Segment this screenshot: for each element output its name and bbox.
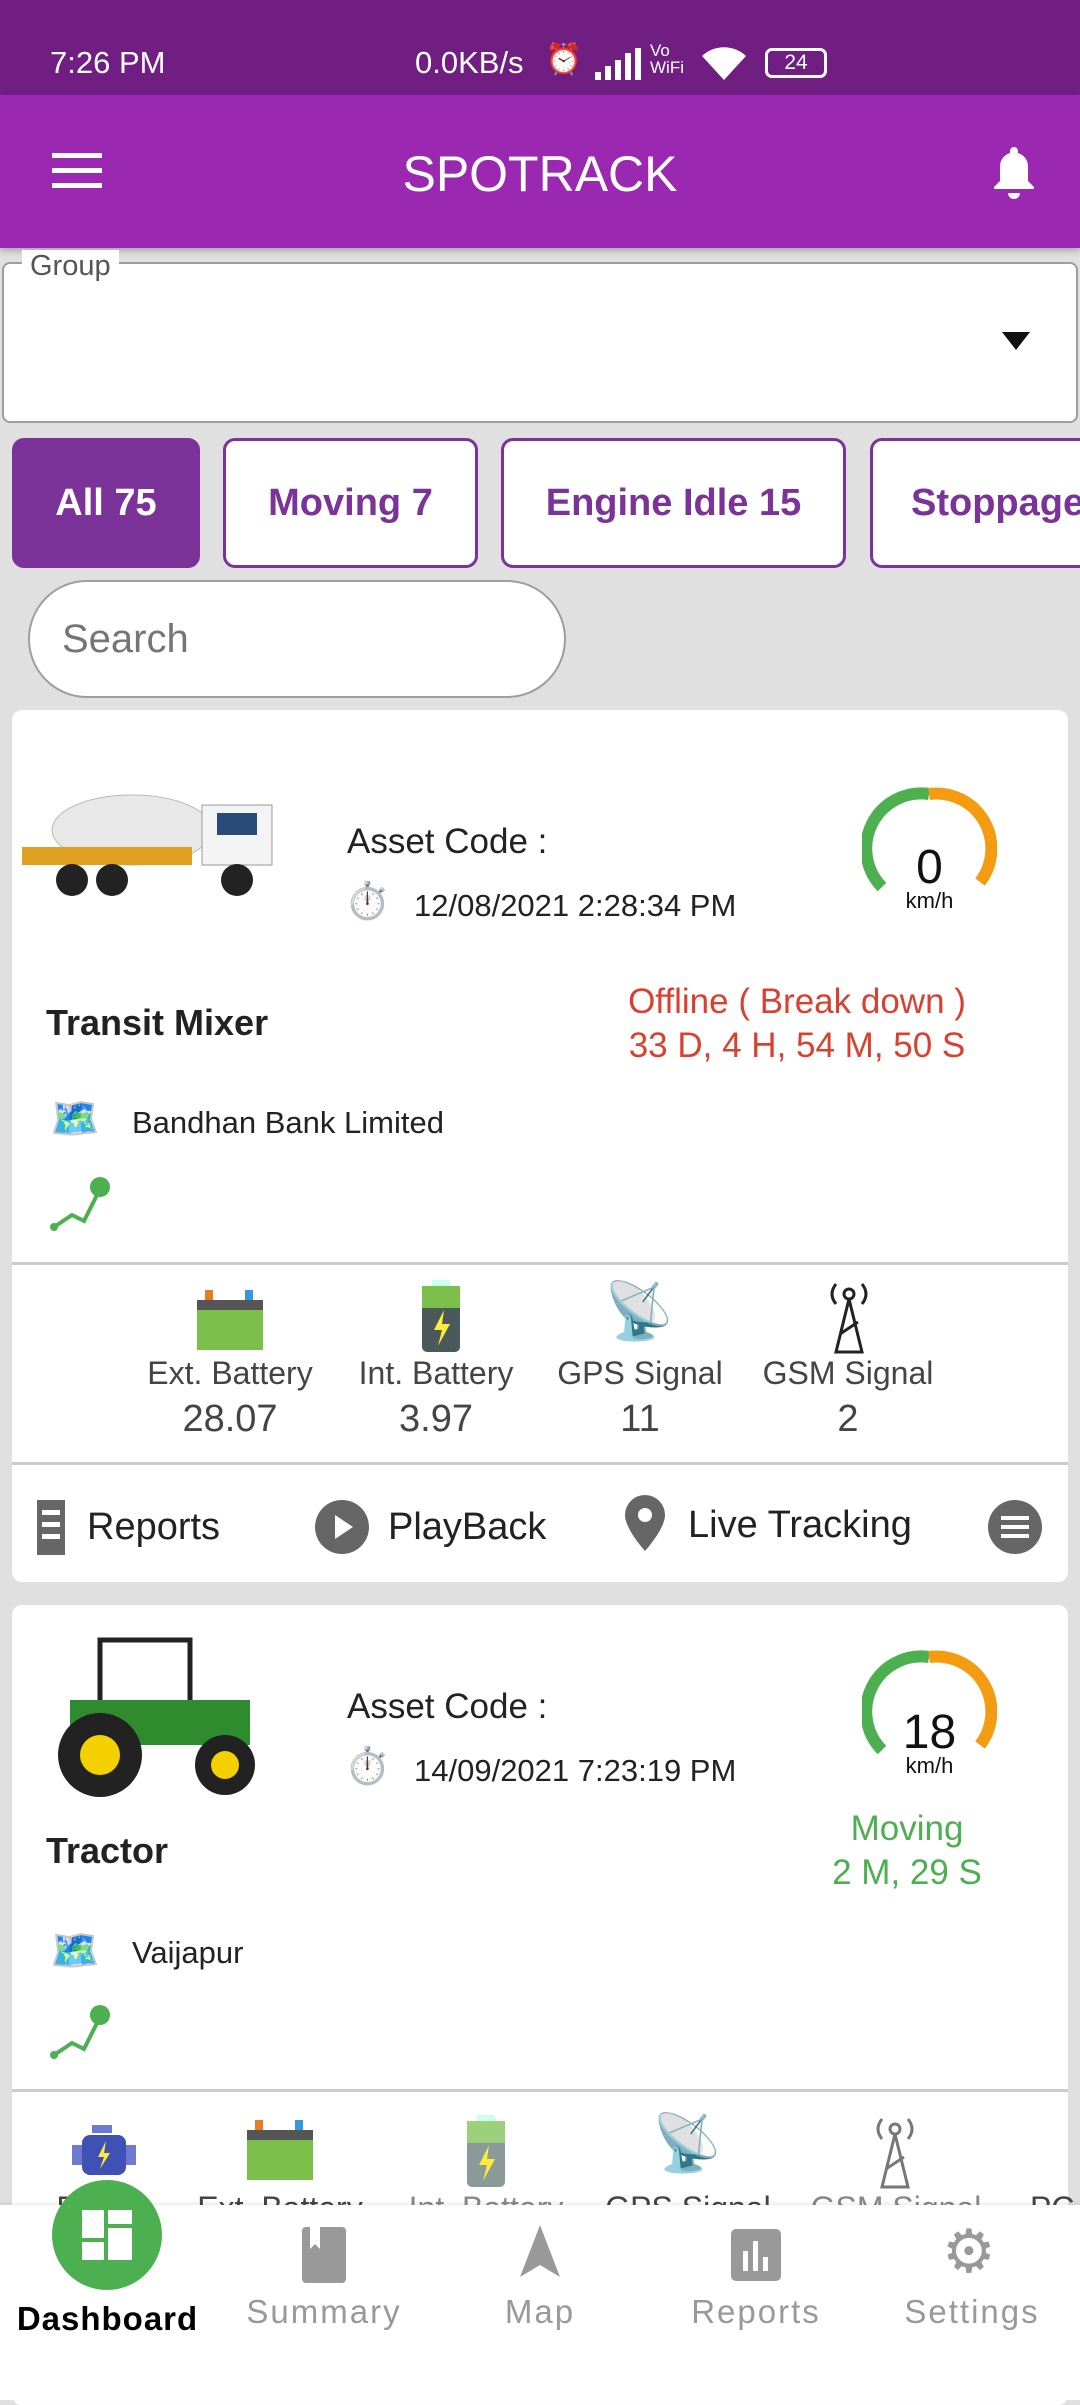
int-battery-icon	[467, 2115, 505, 2187]
gsm-signal-icon	[876, 2118, 914, 2189]
reports-icon	[37, 1500, 65, 1555]
nav-label: Settings	[904, 2293, 1040, 2330]
speed-unit: km/h	[905, 888, 954, 913]
location-text: Bandhan Bank Limited	[132, 1105, 444, 1140]
gsm-signal-label: GSM Signal	[762, 1355, 934, 1391]
asset-code-label: Asset Code :	[347, 822, 548, 861]
vehicle-name: Tractor	[46, 1830, 169, 1871]
nav-label: Summary	[246, 2293, 402, 2330]
ext-battery-label: Ext. Battery	[147, 1355, 313, 1391]
gps-signal-icon: 📡	[652, 2111, 722, 2174]
last-update-time: 14/09/2021 7:23:19 PM	[414, 1753, 737, 1788]
signal-icon	[595, 48, 641, 80]
gps-signal-icon: 📡	[604, 1279, 674, 1342]
int-battery-value: 3.97	[399, 1398, 473, 1440]
nav-map[interactable]: Map	[440, 2205, 640, 2400]
route-icon	[50, 1177, 110, 1231]
more-menu-icon[interactable]	[988, 1500, 1043, 1555]
gps-signal-value: 11	[620, 1398, 660, 1440]
alarm-icon: ⏰	[545, 43, 583, 76]
status-duration: 33 D, 4 H, 54 M, 50 S	[628, 1026, 966, 1065]
app-title: SPOTRACK	[402, 146, 678, 202]
chevron-down-icon	[1002, 332, 1030, 350]
playback-button[interactable]: PlayBack	[315, 1500, 546, 1555]
speed-unit: km/h	[905, 1753, 954, 1778]
play-icon	[315, 1500, 369, 1554]
group-dropdown[interactable]: Group	[2, 250, 1078, 423]
timer-icon: ⏱️	[345, 1745, 390, 1786]
ext-battery-value: 28.07	[182, 1398, 278, 1440]
gsm-signal-icon	[830, 1283, 868, 1354]
nav-reports[interactable]: Reports	[656, 2205, 856, 2400]
map-location-icon: 🗺️	[50, 1097, 100, 1141]
playback-label: PlayBack	[388, 1506, 547, 1548]
network-speed: 0.0KB/s	[415, 45, 524, 80]
status-time: 7:26 PM	[50, 45, 166, 80]
filter-moving[interactable]: Moving 7	[223, 438, 478, 568]
nav-dashboard[interactable]: Dashboard	[0, 2180, 214, 2400]
vowifi-icon: Vo WiFi	[650, 41, 684, 77]
live-tracking-button[interactable]: Live Tracking	[620, 1495, 912, 1555]
int-battery-label: Int. Battery	[358, 1355, 514, 1391]
bar-chart-icon	[731, 2229, 781, 2281]
status-duration: 2 M, 29 S	[832, 1853, 982, 1892]
transit-mixer-image	[22, 794, 273, 896]
divider	[12, 2089, 1068, 2092]
vehicle-name: Transit Mixer	[46, 1002, 269, 1043]
filter-engine-idle[interactable]: Engine Idle 15	[501, 438, 846, 568]
live-tracking-label: Live Tracking	[688, 1503, 912, 1546]
location-text: Vaijapur	[132, 1935, 244, 1970]
divider	[12, 1262, 1068, 1265]
reports-label: Reports	[87, 1506, 221, 1548]
nav-label: Map	[504, 2293, 576, 2330]
map-location-icon: 🗺️	[50, 1929, 100, 1973]
divider	[12, 1462, 1068, 1465]
gear-icon: ⚙	[942, 2218, 996, 2285]
speed-value: 18	[902, 1706, 957, 1759]
ext-battery-icon	[247, 2120, 313, 2180]
ext-battery-icon	[197, 1290, 263, 1350]
vehicle-status: Moving	[850, 1809, 964, 1848]
battery-icon: 24	[765, 48, 827, 78]
tractor-image	[58, 1637, 255, 1797]
navigation-arrow-icon	[520, 2225, 560, 2277]
wifi-icon	[702, 47, 746, 80]
app-bar: SPOTRACK	[0, 95, 1080, 248]
reports-button[interactable]: Reports	[37, 1500, 220, 1555]
bookmark-book-icon	[302, 2227, 346, 2283]
nav-label: Dashboard	[16, 2300, 199, 2337]
int-battery-icon	[422, 1280, 460, 1352]
nav-settings[interactable]: ⚙ Settings	[872, 2205, 1072, 2400]
vehicle-status: Offline ( Break down )	[628, 982, 966, 1021]
notification-bell-icon[interactable]	[990, 147, 1038, 201]
route-icon	[50, 2005, 110, 2059]
timer-icon: ⏱️	[345, 880, 390, 921]
nav-summary[interactable]: Summary	[224, 2205, 424, 2400]
gps-signal-label: GPS Signal	[557, 1355, 723, 1391]
speed-value: 0	[916, 841, 943, 894]
location-pin-icon	[625, 1495, 665, 1551]
search-input[interactable]	[28, 580, 566, 698]
filter-all[interactable]: All 75	[12, 438, 200, 568]
nav-label: Reports	[691, 2293, 821, 2330]
asset-code-label: Asset Code :	[347, 1687, 548, 1726]
dashboard-icon	[52, 2180, 162, 2290]
last-update-time: 12/08/2021 2:28:34 PM	[414, 888, 737, 923]
group-label: Group	[22, 250, 119, 283]
bottom-nav: Dashboard Summary Map Reports ⚙ Settings	[0, 2180, 1080, 2400]
gsm-signal-value: 2	[837, 1398, 859, 1440]
status-bar: 7:26 PM 0.0KB/s ⏰ Vo WiFi 24	[0, 0, 1080, 95]
filter-stoppage[interactable]: Stoppage	[870, 438, 1080, 568]
vehicle-card[interactable]: Asset Code : ⏱️ 12/08/2021 2:28:34 PM 0 …	[12, 710, 1068, 1582]
